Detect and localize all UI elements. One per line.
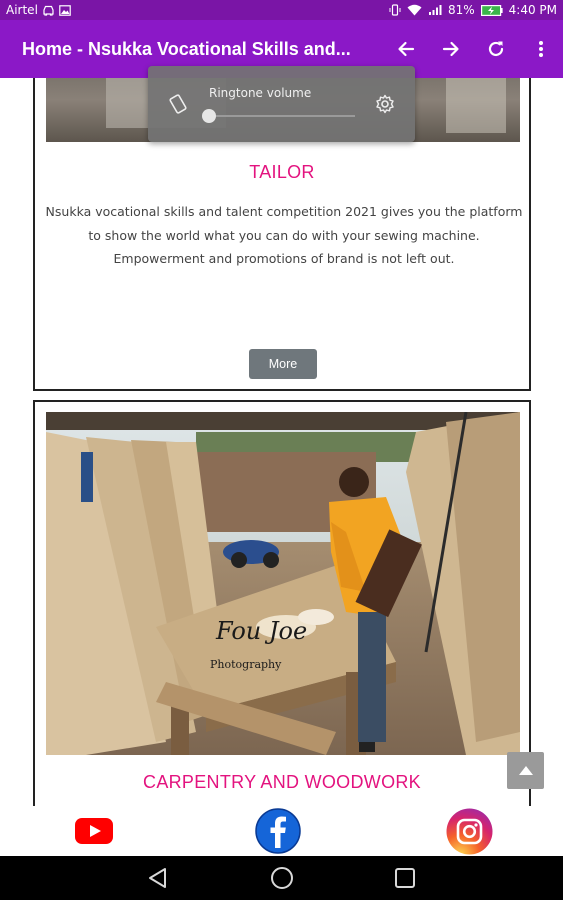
scroll-top-button[interactable] [507, 752, 544, 789]
carpentry-photo: Fou Joe Photography [46, 412, 520, 755]
back-arrow-icon [397, 41, 414, 57]
recents-square-icon [395, 868, 415, 888]
back-triangle-icon [149, 868, 166, 888]
volume-label: Ringtone volume [209, 86, 312, 100]
more-button[interactable]: More [249, 349, 317, 379]
youtube-link[interactable] [75, 818, 113, 844]
social-bar [0, 806, 563, 856]
caret-up-icon [518, 766, 533, 775]
image-icon [59, 4, 71, 16]
watermark-subtitle: Photography [210, 658, 282, 671]
carpentry-card: Fou Joe Photography CARPENTRY AND WOODWO… [33, 400, 531, 806]
overflow-menu-button[interactable] [518, 20, 563, 78]
vibrate-mode-icon[interactable] [167, 93, 189, 115]
clock: 4:40 PM [508, 3, 557, 17]
facebook-icon [255, 808, 301, 854]
watermark-signature: Fou Joe [216, 617, 308, 645]
more-vert-icon [538, 41, 543, 57]
signal-icon [428, 4, 442, 16]
nav-back-button[interactable] [128, 856, 188, 900]
youtube-icon [75, 818, 113, 844]
facebook-link[interactable] [255, 808, 301, 854]
volume-popup: Ringtone volume [148, 66, 415, 142]
tailor-description: Nsukka vocational skills and talent comp… [45, 204, 523, 266]
tailor-title: TAILOR [249, 162, 315, 182]
vibrate-icon [389, 4, 401, 16]
forward-button[interactable] [428, 20, 473, 78]
page-title: Home - Nsukka Vocational Skills and... [22, 38, 351, 59]
volume-slider-track[interactable] [209, 115, 355, 117]
forward-arrow-icon [442, 41, 459, 57]
battery-percent: 81% [447, 3, 475, 17]
web-content[interactable]: TAILOR Nsukka vocational skills and tale… [0, 78, 563, 806]
nav-recents-button[interactable] [375, 856, 435, 900]
carpentry-title: CARPENTRY AND WOODWORK [143, 772, 421, 792]
settings-icon[interactable] [375, 94, 395, 114]
car-icon [42, 5, 55, 16]
status-bar: Airtel 81% 4:40 PM [0, 0, 563, 20]
instagram-link[interactable] [446, 808, 493, 855]
nav-home-button[interactable] [252, 856, 312, 900]
wifi-icon [407, 4, 422, 16]
refresh-button[interactable] [473, 20, 518, 78]
battery-icon [480, 4, 503, 16]
refresh-icon [488, 41, 503, 56]
home-circle-icon [271, 867, 293, 889]
instagram-icon [446, 808, 493, 855]
volume-slider-thumb[interactable] [202, 109, 216, 123]
screen: Airtel 81% 4:40 PM Home - Nsukka Vocatio… [0, 0, 563, 900]
carrier-label: Airtel [6, 3, 38, 17]
navigation-bar [0, 856, 563, 900]
